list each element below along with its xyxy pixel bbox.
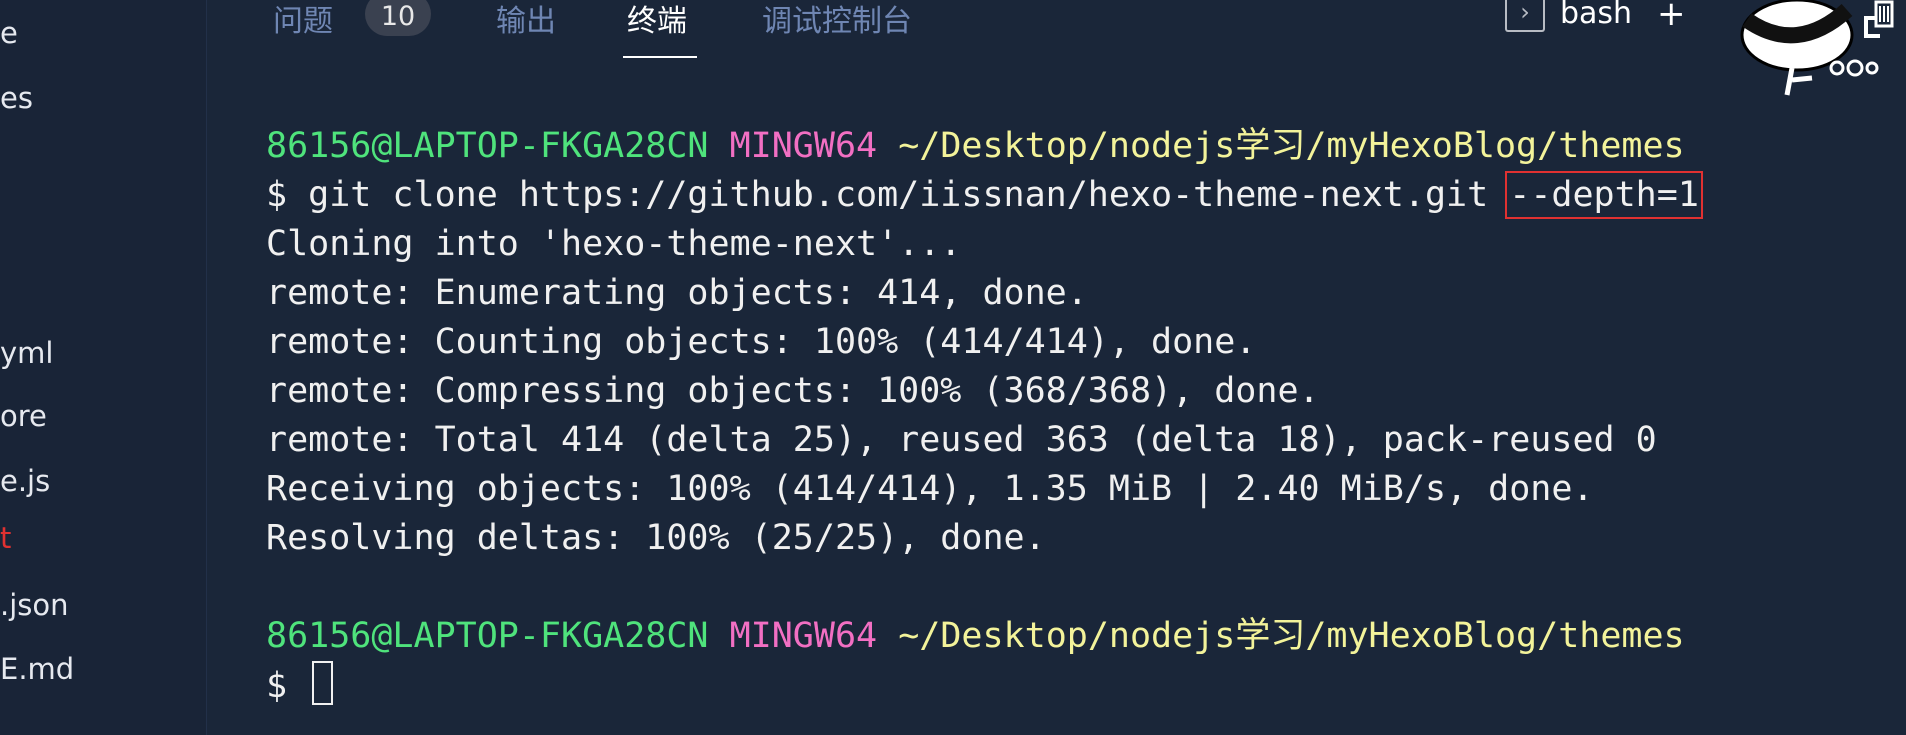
prompt-line: 86156@LAPTOP-FKGA28CN MINGW64 ~/Desktop/… [266, 616, 1685, 656]
trash-icon[interactable] [1862, 0, 1902, 40]
output-line: remote: Enumerating objects: 414, done. [266, 273, 1088, 313]
panel-tabs: 问题 10 输出 终端 调试控制台 › bash + [207, 0, 1906, 96]
file-item[interactable]: .json [0, 588, 206, 628]
file-item[interactable]: e.js [0, 464, 206, 504]
file-item[interactable]: es [0, 81, 206, 121]
tab-debug-console[interactable]: 调试控制台 [762, 0, 912, 40]
tab-terminal[interactable]: 终端 [627, 0, 687, 40]
terminal-selector[interactable]: bash [1560, 0, 1632, 31]
input-line[interactable]: $ [266, 661, 1699, 710]
explorer-sidebar: e es yml ore e.js t .json E.md [0, 0, 207, 735]
output-line: remote: Total 414 (delta 25), reused 363… [266, 420, 1657, 460]
terminal-output[interactable]: 86156@LAPTOP-FKGA28CN MINGW64 ~/Desktop/… [266, 122, 1703, 710]
plus-icon[interactable]: + [1657, 0, 1686, 34]
file-item[interactable]: ore [0, 399, 206, 439]
command-line: $ git clone https://github.com/iissnan/h… [266, 171, 1703, 219]
terminal-cursor [312, 661, 334, 705]
output-line: Resolving deltas: 100% (25/25), done. [266, 518, 1046, 558]
active-tab-indicator [623, 56, 697, 58]
file-item[interactable]: e [0, 16, 206, 56]
problems-count-badge: 10 [365, 0, 431, 36]
output-line: Cloning into 'hexo-theme-next'... [266, 224, 962, 264]
file-item[interactable]: yml [0, 336, 206, 376]
highlighted-depth-flag: --depth=1 [1505, 171, 1703, 219]
prompt-line: 86156@LAPTOP-FKGA28CN MINGW64 ~/Desktop/… [266, 126, 1685, 166]
output-line: remote: Counting objects: 100% (414/414)… [266, 322, 1257, 362]
terminal-icon: › [1505, 0, 1545, 32]
tab-problems[interactable]: 问题 [273, 0, 333, 40]
output-line: remote: Compressing objects: 100% (368/3… [266, 371, 1320, 411]
tab-output[interactable]: 输出 [496, 0, 556, 40]
file-item[interactable]: t [0, 521, 206, 561]
file-item[interactable]: E.md [0, 652, 206, 692]
output-line: Receiving objects: 100% (414/414), 1.35 … [266, 469, 1594, 509]
